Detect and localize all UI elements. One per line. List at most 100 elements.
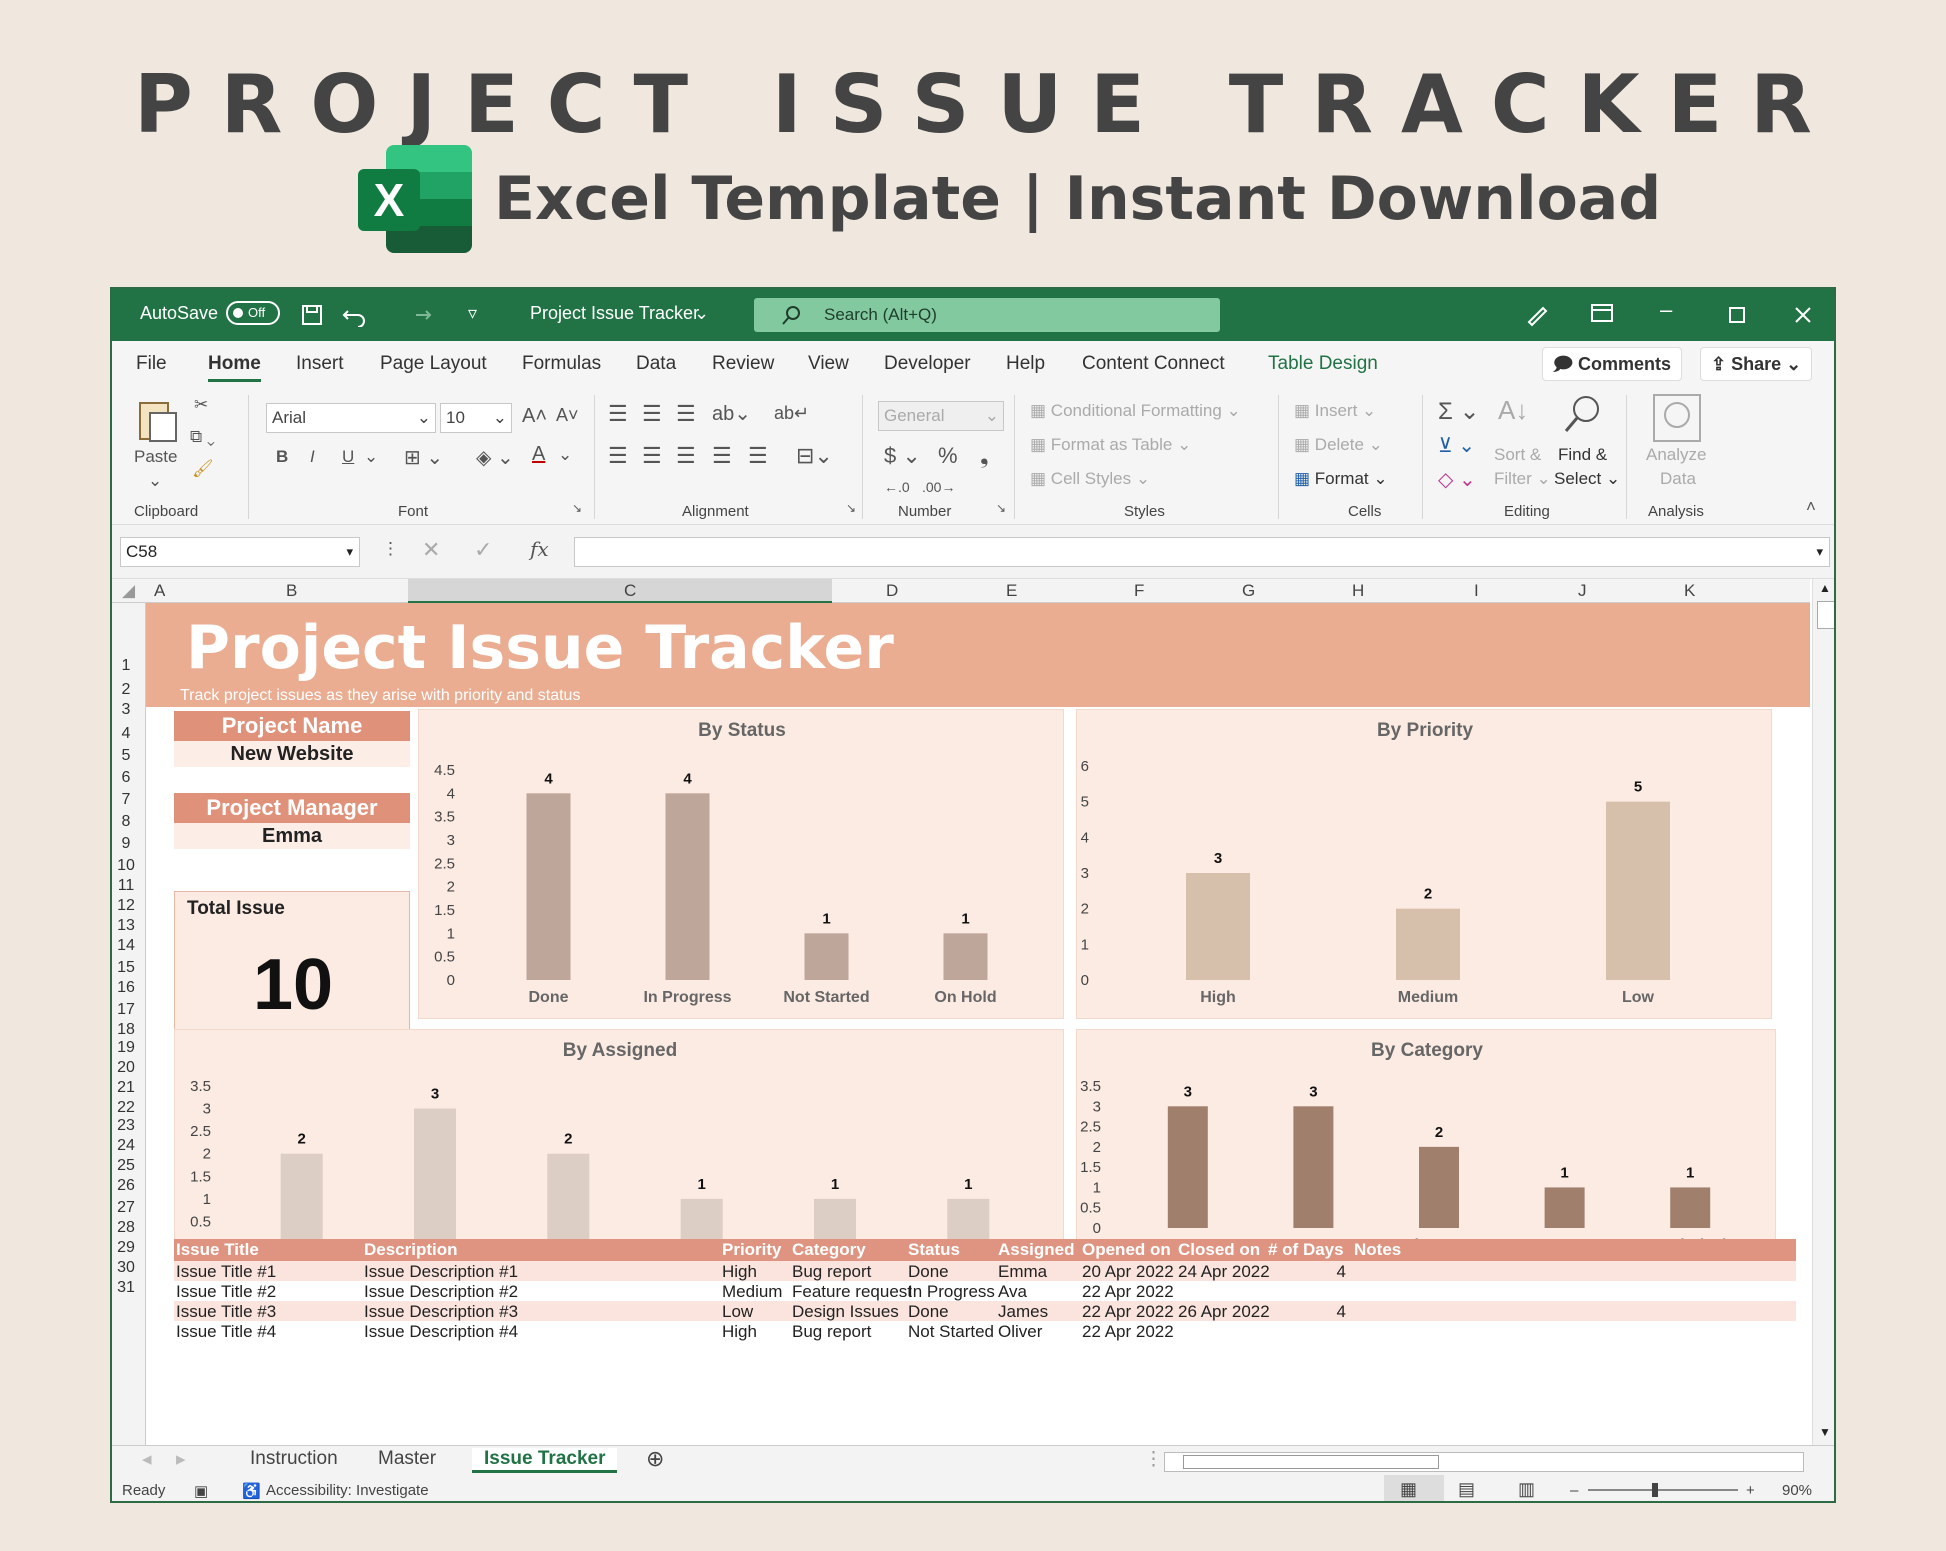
format-cells-button[interactable]: ▦ Format ⌄ (1294, 469, 1388, 489)
merge-center-icon[interactable]: ⊟⌄ (796, 443, 833, 469)
cell-8[interactable]: 4 (1268, 1302, 1346, 1322)
tab-help[interactable]: Help (1006, 353, 1045, 375)
tab-home[interactable]: Home (208, 353, 261, 382)
bar-status-1[interactable] (665, 793, 710, 980)
paste-button[interactable]: Paste (134, 447, 177, 467)
insert-cells-button[interactable]: ▦ Insert ⌄ (1294, 401, 1376, 421)
tab-data[interactable]: Data (636, 353, 676, 375)
horizontal-scrollbar[interactable] (1164, 1452, 1804, 1472)
cell-7[interactable]: 24 Apr 2022 (1178, 1262, 1270, 1282)
col-header-c[interactable]: C (624, 581, 636, 601)
find-select-button[interactable]: Find & (1558, 445, 1607, 465)
h-scroll-thumb[interactable] (1183, 1455, 1439, 1469)
cell-4[interactable]: Not Started (908, 1322, 994, 1342)
cell-3[interactable]: Design Issues (792, 1302, 899, 1322)
cell-1[interactable]: Issue Description #2 (364, 1282, 518, 1302)
align-bottom-icon[interactable]: ☰ (676, 401, 696, 427)
row-header-9[interactable]: 9 (112, 835, 140, 853)
bar-category-1[interactable] (1293, 1106, 1334, 1228)
formula-input[interactable]: ▾ (574, 537, 1830, 567)
font-color-icon[interactable]: A (532, 443, 545, 466)
search-box[interactable]: Search (Alt+Q) (754, 298, 1220, 332)
col-header-d[interactable]: D (886, 581, 898, 601)
sort-filter-icon[interactable]: A↓ (1498, 395, 1528, 426)
align-left-icon[interactable]: ☰ (608, 443, 628, 469)
tab-content-connect[interactable]: Content Connect (1082, 353, 1225, 375)
fill-color-icon[interactable]: ◈ ⌄ (476, 445, 514, 470)
tab-file[interactable]: File (136, 353, 167, 375)
decrease-indent-icon[interactable]: ☰ (712, 443, 732, 469)
currency-icon[interactable]: $ ⌄ (884, 443, 921, 469)
increase-decimal-icon[interactable]: ←.0 (884, 479, 910, 495)
col-header-a[interactable]: A (154, 581, 165, 601)
cell-1[interactable]: Issue Description #3 (364, 1302, 518, 1322)
cell-5[interactable]: Oliver (998, 1322, 1042, 1342)
cut-icon[interactable]: ✂ (194, 395, 208, 415)
find-icon[interactable] (1560, 393, 1604, 437)
column-header-1[interactable]: Description (364, 1240, 458, 1260)
row-header-25[interactable]: 25 (112, 1157, 140, 1175)
col-header-b[interactable]: B (286, 581, 297, 601)
column-header-5[interactable]: Assigned (998, 1240, 1075, 1260)
enter-icon[interactable]: ✓ (474, 537, 492, 563)
row-header-12[interactable]: 12 (112, 897, 140, 915)
collapse-ribbon-icon[interactable]: ˄ (1806, 497, 1816, 517)
row-header-10[interactable]: 10 (112, 857, 140, 875)
insert-function-icon[interactable]: fx (530, 537, 549, 561)
col-header-k[interactable]: K (1684, 581, 1695, 601)
bar-assigned-5[interactable] (947, 1198, 990, 1244)
borders-icon[interactable]: ⊞ ⌄ (404, 445, 443, 470)
bar-assigned-0[interactable] (280, 1153, 323, 1244)
cell-5[interactable]: Emma (998, 1262, 1047, 1282)
cell-5[interactable]: James (998, 1302, 1048, 1322)
col-header-f[interactable]: F (1134, 581, 1144, 601)
align-middle-icon[interactable]: ☰ (642, 401, 662, 427)
underline-icon[interactable]: U (342, 447, 354, 467)
cell-2[interactable]: Low (722, 1302, 753, 1322)
chart-by-status[interactable]: By Status 0 0.5 1 1.5 2 2.5 3 3.5 4 4.5 4 Done 4 In Pr… (418, 709, 1064, 1019)
row-header-21[interactable]: 21 (112, 1079, 140, 1097)
row-header-28[interactable]: 28 (112, 1219, 140, 1237)
chevron-down-icon[interactable]: ⌄ (558, 445, 572, 465)
sheet-tab-master[interactable]: Master (378, 1448, 436, 1470)
row-header-3[interactable]: 3 (112, 701, 140, 719)
row-header-24[interactable]: 24 (112, 1137, 140, 1155)
bar-assigned-2[interactable] (547, 1153, 590, 1244)
chart-by-priority[interactable]: By Priority 0 1 2 3 4 5 6 3 High 2 Medium 5 Low (1076, 709, 1772, 1019)
bar-assigned-3[interactable] (680, 1198, 723, 1244)
project-name-value[interactable]: New Website (174, 741, 410, 767)
page-break-view-icon[interactable]: ▥ (1518, 1479, 1535, 1500)
cell-7[interactable]: 26 Apr 2022 (1178, 1302, 1270, 1322)
font-name-select[interactable]: Arial ⌄ (266, 403, 436, 433)
tab-formulas[interactable]: Formulas (522, 353, 601, 375)
row-header-27[interactable]: 27 (112, 1199, 140, 1217)
bar-status-2[interactable] (804, 933, 849, 980)
zoom-out-icon[interactable]: – (1570, 1482, 1578, 1499)
bar-status-3[interactable] (943, 933, 988, 980)
cell-4[interactable]: Done (908, 1302, 949, 1322)
zoom-slider-thumb[interactable] (1652, 1483, 1658, 1497)
ribbon-display-icon[interactable] (1590, 303, 1614, 323)
add-sheet-icon[interactable]: ⊕ (646, 1446, 664, 1472)
share-button[interactable]: ⇪ Share ⌄ (1700, 347, 1813, 381)
cell-8[interactable]: 4 (1268, 1262, 1346, 1282)
cell-3[interactable]: Bug report (792, 1322, 871, 1342)
file-name[interactable]: Project Issue Tracker (530, 303, 699, 324)
font-size-select[interactable]: 10 ⌄ (440, 403, 512, 433)
col-header-g[interactable]: G (1242, 581, 1255, 601)
cell-0[interactable]: Issue Title #2 (176, 1282, 276, 1302)
bold-icon[interactable]: B (276, 447, 288, 467)
close-icon[interactable] (1794, 306, 1812, 324)
column-header-7[interactable]: Closed on (1178, 1240, 1260, 1260)
orientation-icon[interactable]: ab⌄ (712, 401, 751, 426)
dialog-launcher-icon[interactable]: ↘ (572, 501, 582, 515)
bar-category-4[interactable] (1670, 1187, 1711, 1228)
cell-6[interactable]: 22 Apr 2022 (1082, 1322, 1174, 1342)
minimize-icon[interactable]: – (1660, 297, 1672, 323)
format-painter-icon[interactable]: 🖌 (192, 459, 214, 479)
column-header-4[interactable]: Status (908, 1240, 960, 1260)
col-header-h[interactable]: H (1352, 581, 1364, 601)
row-header-4[interactable]: 4 (112, 725, 140, 743)
accessibility-status[interactable]: Accessibility: Investigate (266, 1482, 429, 1499)
tab-page-layout[interactable]: Page Layout (380, 353, 487, 375)
